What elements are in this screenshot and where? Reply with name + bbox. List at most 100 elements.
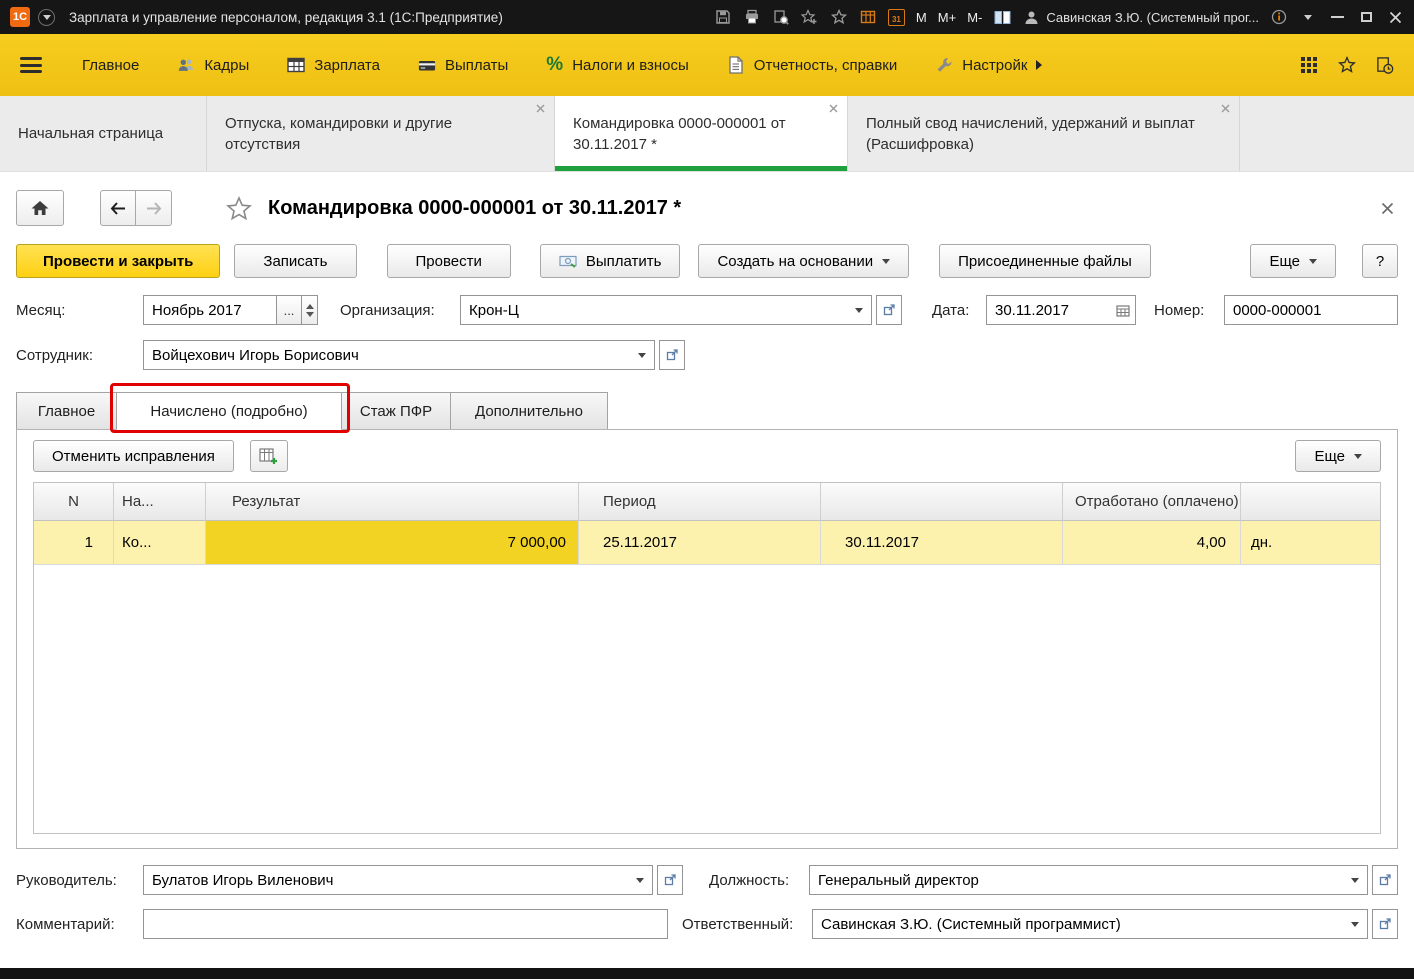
close-document-icon[interactable] (1377, 198, 1398, 219)
add-favorite-icon[interactable] (801, 8, 819, 26)
close-tab-icon[interactable] (536, 104, 545, 113)
back-button[interactable] (100, 190, 136, 226)
history-icon[interactable] (1376, 56, 1394, 74)
calendar-picker-icon[interactable] (1111, 296, 1135, 324)
save-icon[interactable] (714, 8, 732, 26)
menu-item-nalogi[interactable]: % Налоги и взносы (534, 46, 701, 84)
column-header-result[interactable]: Результат (206, 483, 579, 521)
info-icon[interactable] (1270, 8, 1288, 26)
home-button[interactable] (16, 190, 64, 226)
post-and-close-button[interactable]: Провести и закрыть (16, 244, 221, 278)
manager-open-button[interactable] (657, 865, 683, 895)
forward-button[interactable] (136, 190, 172, 226)
cell-unit[interactable]: дн. (1241, 521, 1380, 565)
memory-m-button[interactable]: M (916, 10, 927, 25)
main-menubar: Главное Кадры Зарплата Выплаты % Налоги … (0, 34, 1414, 96)
post-button[interactable]: Провести (386, 244, 511, 278)
form-tab-stazh-pfr[interactable]: Стаж ПФР (341, 392, 451, 430)
tab-label: Полный свод начислений, удержаний и выпл… (866, 114, 1195, 153)
menu-item-kadry[interactable]: Кадры (165, 48, 261, 82)
column-header-accrual[interactable]: На... (114, 483, 206, 521)
comment-input[interactable] (143, 909, 668, 939)
organization-input[interactable]: Крон-Ц (460, 295, 872, 325)
grid-more-button[interactable]: Еще (1295, 440, 1381, 472)
dropdown-icon[interactable] (847, 296, 871, 324)
menu-item-otchetnost[interactable]: Отчетность, справки (715, 48, 909, 82)
minimize-button[interactable] (1328, 8, 1346, 26)
favorites-star-icon[interactable] (1338, 55, 1356, 74)
dropdown-icon[interactable] (630, 341, 654, 369)
responsible-open-button[interactable] (1372, 909, 1398, 939)
more-button[interactable]: Еще (1250, 244, 1336, 278)
print-preview-icon[interactable] (772, 8, 790, 26)
window-title: Зарплата и управление персоналом, редакц… (69, 9, 503, 25)
dropdown-icon[interactable] (1343, 866, 1367, 894)
current-user[interactable]: Савинская З.Ю. (Системный прог... (1022, 8, 1259, 26)
menu-label: Главное (82, 56, 140, 74)
all-functions-grid-icon[interactable] (1300, 56, 1318, 74)
month-input[interactable]: Ноябрь 2017 (143, 295, 277, 325)
employee-open-button[interactable] (659, 340, 685, 370)
memory-m-plus-button[interactable]: M+ (938, 10, 956, 25)
calendar-icon[interactable]: 31 (887, 8, 905, 26)
form-tab-nachisleno[interactable]: Начислено (подробно) (116, 392, 342, 430)
column-header-period-end[interactable] (821, 483, 1063, 521)
print-icon[interactable] (743, 8, 761, 26)
undo-corrections-button[interactable]: Отменить исправления (33, 440, 234, 472)
position-input[interactable]: Генеральный директор (809, 865, 1368, 895)
tab-full-summary[interactable]: Полный свод начислений, удержаний и выпл… (848, 96, 1240, 171)
hamburger-menu-icon[interactable] (20, 57, 42, 73)
close-tab-icon[interactable] (1221, 104, 1230, 113)
number-input[interactable]: 0000-000001 (1224, 295, 1398, 325)
manager-input[interactable]: Булатов Игорь Виленович (143, 865, 653, 895)
favorites-icon[interactable] (830, 8, 848, 26)
table-row[interactable]: 1 Ко... 7 000,00 25.11.2017 30.11.2017 4… (34, 521, 1380, 565)
close-window-button[interactable] (1386, 8, 1404, 26)
cell-worked[interactable]: 4,00 (1063, 521, 1241, 565)
month-choose-button[interactable]: ... (276, 295, 302, 325)
column-header-worked[interactable]: Отработано (оплачено) (1063, 483, 1241, 521)
attached-files-button[interactable]: Присоединенные файлы (939, 244, 1151, 278)
column-header-unit[interactable] (1241, 483, 1380, 521)
system-menu-dropdown-icon[interactable] (38, 8, 55, 26)
dropdown-icon[interactable] (1343, 910, 1367, 938)
recalculate-grid-button[interactable] (249, 440, 288, 472)
app-logo-icon[interactable]: 1С (10, 7, 30, 27)
position-open-button[interactable] (1372, 865, 1398, 895)
close-tab-icon[interactable] (829, 104, 838, 113)
cell-period-start[interactable]: 25.11.2017 (579, 521, 821, 565)
cell-result[interactable]: 7 000,00 (206, 521, 579, 565)
write-button[interactable]: Записать (234, 244, 357, 278)
menu-item-nastroyki[interactable]: Настройк (923, 48, 1054, 82)
people-icon (177, 56, 195, 74)
column-header-period[interactable]: Период (579, 483, 821, 521)
dropdown-icon[interactable] (628, 866, 652, 894)
tab-absences[interactable]: Отпуска, командировки и другие отсутстви… (207, 96, 555, 171)
cell-accrual[interactable]: Ко... (114, 521, 206, 565)
create-on-basis-button[interactable]: Создать на основании (698, 244, 910, 278)
responsible-input[interactable]: Савинская З.Ю. (Системный программист) (812, 909, 1368, 939)
menu-item-glavnoe[interactable]: Главное (70, 49, 151, 82)
menu-item-vyplaty[interactable]: Выплаты (406, 48, 520, 82)
cell-period-end[interactable]: 30.11.2017 (821, 521, 1063, 565)
app-window: 1С Зарплата и управление персоналом, ред… (0, 0, 1414, 979)
split-window-icon[interactable] (993, 8, 1011, 26)
form-tab-dopolnitelno[interactable]: Дополнительно (450, 392, 608, 430)
form-tab-glavnoe[interactable]: Главное (16, 392, 117, 430)
menu-item-zarplata[interactable]: Зарплата (275, 48, 392, 82)
date-input[interactable]: 30.11.2017 (986, 295, 1136, 325)
help-button[interactable]: ? (1362, 244, 1398, 278)
pay-button[interactable]: Выплатить (539, 244, 681, 278)
maximize-button[interactable] (1357, 8, 1375, 26)
titlebar-dropdown-icon[interactable] (1299, 8, 1317, 26)
month-spinner[interactable] (301, 295, 318, 325)
cell-row-number[interactable]: 1 (34, 521, 114, 565)
tab-home-page[interactable]: Начальная страница (0, 96, 207, 171)
organization-open-button[interactable] (876, 295, 902, 325)
document-favorite-star-icon[interactable] (226, 195, 252, 221)
tab-business-trip[interactable]: Командировка 0000-000001 от 30.11.2017 * (555, 96, 848, 171)
periods-table-icon[interactable] (859, 8, 877, 26)
employee-input[interactable]: Войцехович Игорь Борисович (143, 340, 655, 370)
memory-m-minus-button[interactable]: M- (967, 10, 982, 25)
column-header-n[interactable]: N (34, 483, 114, 521)
